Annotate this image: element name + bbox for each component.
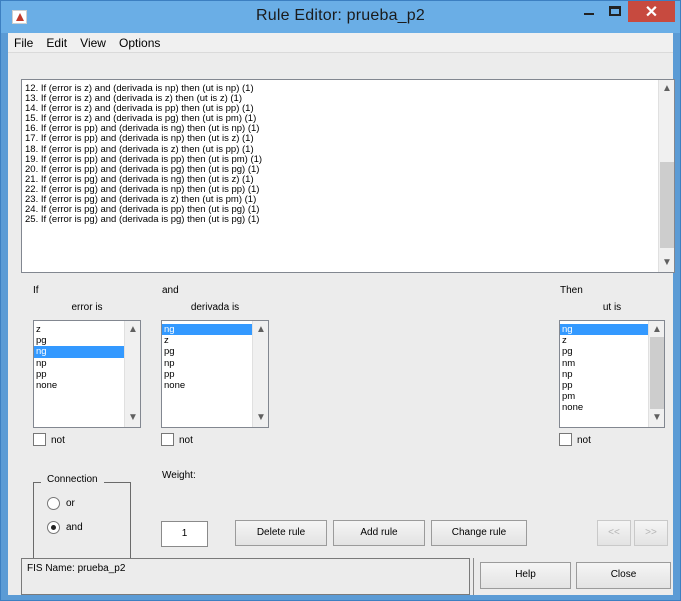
menu-edit[interactable]: Edit [42,33,71,50]
ut-listbox-scrollbar[interactable]: ▲ ▼ [648,321,664,427]
close-icon: ✕ [644,4,659,21]
menu-file[interactable]: File [10,33,37,50]
list-option[interactable]: ng [162,324,252,336]
rule-item[interactable]: 25. If (error is pg) and (derivada is pg… [22,215,658,225]
scroll-up-icon[interactable]: ▲ [253,323,268,337]
error-not-label: not [51,435,65,446]
list-option[interactable]: pg [560,346,648,357]
rule-list[interactable]: 12. If (error is z) and (derivada is np)… [21,79,675,273]
title-bar[interactable]: Rule Editor: prueba_p2 ✕ [1,1,680,33]
minimize-icon [584,13,594,15]
list-option[interactable]: np [560,369,648,380]
radio-selected-dot [51,525,56,530]
list-option[interactable]: nm [560,358,648,369]
list-option[interactable]: pm [560,391,648,402]
ut-not-label: not [577,435,591,446]
minimize-button[interactable] [576,1,602,22]
error-options: z pg ng np pp none [34,324,124,391]
list-option[interactable]: pp [560,380,648,391]
or-radio-label: or [66,498,75,509]
menu-view[interactable]: View [76,33,110,50]
rule-list-scrollbar[interactable]: ▲ ▼ [658,80,674,272]
scroll-down-icon[interactable]: ▼ [253,411,268,425]
ut-options: ng z pg nm np pp pm none [560,324,648,414]
delete-rule-button[interactable]: Delete rule [235,520,327,546]
status-panel: FIS Name: prueba_p2 [21,558,470,595]
derivada-listbox[interactable]: ng z pg np pp none ▲ ▼ [161,320,269,428]
connection-title: Connection [41,474,104,485]
scroll-thumb[interactable] [660,162,674,248]
list-option[interactable]: pp [162,369,252,380]
menu-bar: File Edit View Options [8,33,673,53]
menu-options[interactable]: Options [115,33,164,50]
help-button[interactable]: Help [480,562,571,589]
weight-label: Weight: [162,470,196,481]
weight-input[interactable]: 1 [161,521,208,547]
scroll-thumb[interactable] [650,337,664,409]
derivada-listbox-scrollbar[interactable]: ▲ ▼ [252,321,268,427]
ut-not-checkbox[interactable] [559,433,572,446]
scroll-down-icon[interactable]: ▼ [659,256,675,270]
list-option[interactable]: ng [560,324,648,336]
status-separator [473,558,474,595]
derivada-options: ng z pg np pp none [162,324,252,391]
scroll-down-icon[interactable]: ▼ [125,411,140,425]
derivada-not-label: not [179,435,193,446]
list-option[interactable]: z [162,335,252,346]
list-option[interactable]: np [162,358,252,369]
ut-listbox[interactable]: ng z pg nm np pp pm none ▲ ▼ [559,320,665,428]
list-option[interactable]: np [34,358,124,369]
derivada-not-checkbox[interactable] [161,433,174,446]
error-listbox[interactable]: z pg ng np pp none ▲ ▼ [33,320,141,428]
list-option[interactable]: pp [34,369,124,380]
list-option[interactable]: z [34,324,124,335]
scroll-down-icon[interactable]: ▼ [649,411,664,425]
derivada-heading: derivada is [190,302,240,313]
or-radio[interactable] [47,497,60,510]
list-option[interactable]: none [34,380,124,391]
list-option[interactable]: z [560,335,648,346]
close-window-button[interactable]: ✕ [628,1,675,22]
then-label: Then [560,285,583,296]
error-heading: error is [71,302,103,313]
prev-button[interactable]: << [597,520,631,546]
scroll-up-icon[interactable]: ▲ [649,323,664,337]
if-label: If [33,285,39,296]
list-option[interactable]: none [162,380,252,391]
maximize-button[interactable] [602,1,628,22]
list-option[interactable]: ng [34,346,124,358]
scroll-up-icon[interactable]: ▲ [125,323,140,337]
list-option[interactable]: pg [34,335,124,346]
scroll-up-icon[interactable]: ▲ [659,82,675,96]
and-radio[interactable] [47,521,60,534]
fis-name-text: FIS Name: prueba_p2 [27,563,126,574]
next-button[interactable]: >> [634,520,668,546]
rule-lines: 12. If (error is z) and (derivada is np)… [22,84,658,225]
maximize-icon [609,6,621,16]
error-listbox-scrollbar[interactable]: ▲ ▼ [124,321,140,427]
add-rule-button[interactable]: Add rule [333,520,425,546]
close-button[interactable]: Close [576,562,671,589]
error-not-checkbox[interactable] [33,433,46,446]
and-label: and [162,285,179,296]
list-option[interactable]: none [560,402,648,413]
change-rule-button[interactable]: Change rule [431,520,527,546]
and-radio-label: and [66,522,83,533]
ut-heading: ut is [602,302,622,313]
list-option[interactable]: pg [162,346,252,357]
